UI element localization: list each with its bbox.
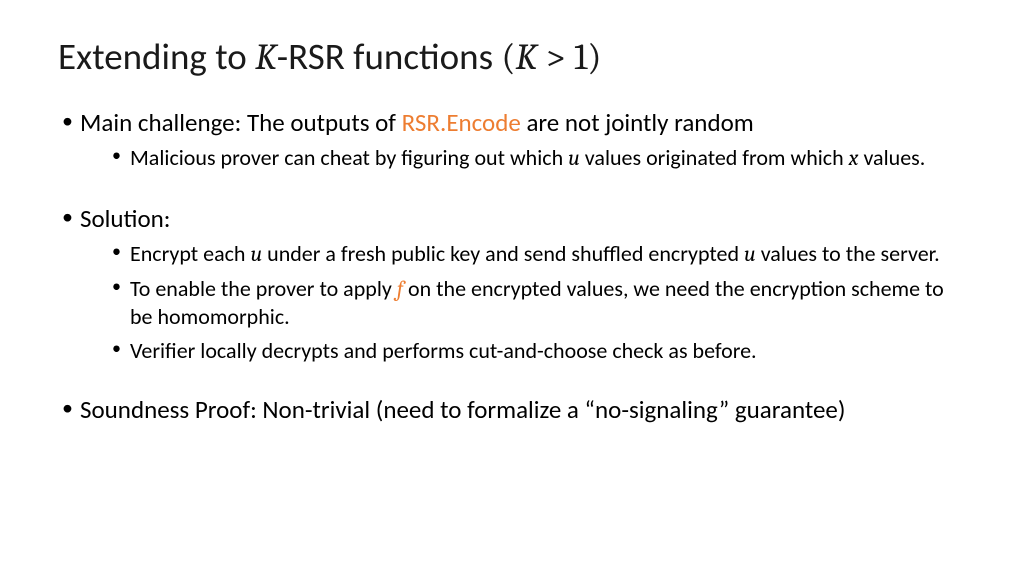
title-paren-open: ( <box>501 37 515 79</box>
b1-accent: RSR.Encode <box>402 107 521 138</box>
title-gt: > <box>537 37 574 79</box>
title-one: 1 <box>574 37 587 79</box>
slide: Extending to K-RSR functions (K > 1) Mai… <box>0 0 1024 465</box>
b2s1-post: values to the server. <box>756 240 940 267</box>
sub-malicious-prover: Malicious prover can cheat by figuring o… <box>110 144 966 173</box>
b2s2-pre: To enable the prover to apply <box>130 275 397 302</box>
bullet-soundness-proof: Soundness Proof: Non-trivial (need to fo… <box>58 394 966 425</box>
title-paren-close: ) <box>587 37 601 79</box>
b2-text: Solution: <box>80 203 170 234</box>
spacer-2 <box>58 374 966 394</box>
b2s1-u1: u <box>250 241 262 267</box>
title-mid: -RSR functions <box>277 34 502 79</box>
spacer-1 <box>58 183 966 203</box>
b2s1-pre: Encrypt each <box>130 240 250 267</box>
b2s1-mid: under a fresh public key and send shuffl… <box>262 240 744 267</box>
title-pre: Extending to <box>58 34 255 79</box>
bullet-solution: Solution: Encrypt each u under a fresh p… <box>58 203 966 364</box>
b1-pre: Main challenge: The outputs of <box>80 107 402 138</box>
b2s1-u2: u <box>744 241 756 267</box>
title-k1: K <box>255 37 277 79</box>
bullet-main-challenge: Main challenge: The outputs of RSR.Encod… <box>58 107 966 173</box>
title-k2: K <box>516 37 538 79</box>
sub-list-2: Encrypt each u under a fresh public key … <box>80 240 966 364</box>
b1s1-mid: values originated from which <box>580 144 849 171</box>
b1s1-x: x <box>849 145 859 171</box>
b1s1-pre: Malicious prover can cheat by figuring o… <box>130 144 568 171</box>
sub-encrypt-each: Encrypt each u under a fresh public key … <box>110 240 966 269</box>
bullet-list: Main challenge: The outputs of RSR.Encod… <box>58 107 966 425</box>
b1s1-post: values. <box>858 144 925 171</box>
sub-enable-prover: To enable the prover to apply f on the e… <box>110 275 966 331</box>
sub-verifier-decrypts: Verifier locally decrypts and performs c… <box>110 337 966 365</box>
b1s1-u: u <box>568 145 580 171</box>
slide-title: Extending to K-RSR functions (K > 1) <box>58 34 966 79</box>
b1-post: are not jointly random <box>521 107 754 138</box>
sub-list-1: Malicious prover can cheat by figuring o… <box>80 144 966 173</box>
